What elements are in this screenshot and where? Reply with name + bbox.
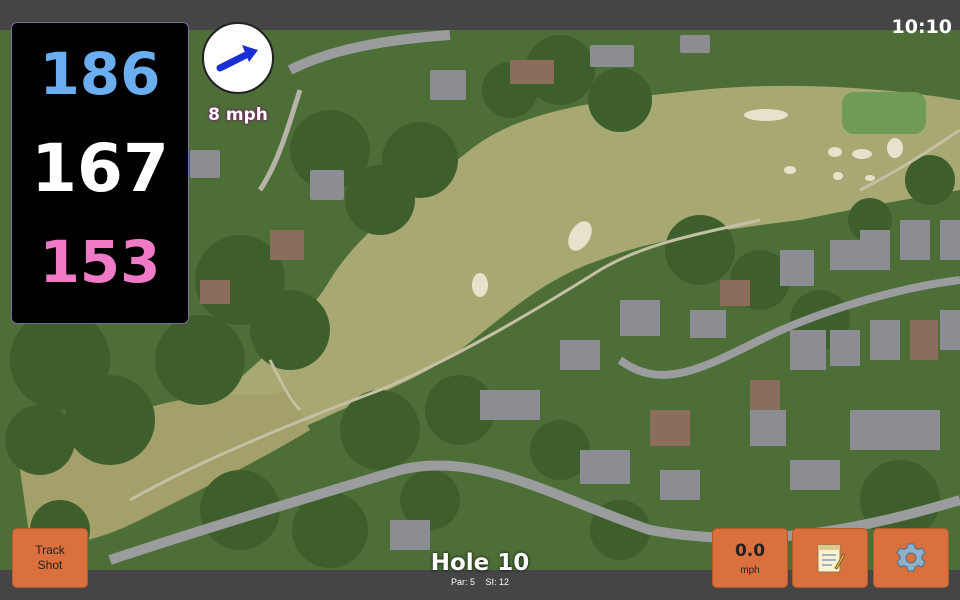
track-shot-label: Track Shot [35, 543, 65, 572]
distance-panel: 186 167 153 [11, 22, 189, 324]
notepad-icon [817, 544, 845, 573]
speed-button[interactable]: 0.0 mph [712, 528, 788, 588]
wind-arrow-icon [216, 45, 258, 72]
track-shot-button[interactable]: Track Shot [12, 528, 88, 588]
gear-icon [896, 543, 926, 572]
speed-value: 0.0 [734, 540, 766, 561]
hole-title: Hole 10 [430, 550, 530, 576]
distance-back: 186 [39, 40, 161, 108]
hole-stroke-index: SI: 12 [485, 577, 510, 587]
distance-center: 167 [31, 130, 169, 207]
settings-button[interactable] [873, 528, 949, 588]
notes-button[interactable] [792, 528, 868, 588]
speed-unit: mph [740, 564, 760, 576]
hole-info: Par: 5 SI: 12 [380, 577, 580, 587]
status-time: 10:10 [891, 16, 952, 38]
wind-speed-label: 8 mph [208, 105, 268, 125]
distance-front: 153 [39, 228, 161, 296]
hole-par: Par: 5 [450, 577, 475, 587]
wind-indicator [202, 22, 274, 94]
